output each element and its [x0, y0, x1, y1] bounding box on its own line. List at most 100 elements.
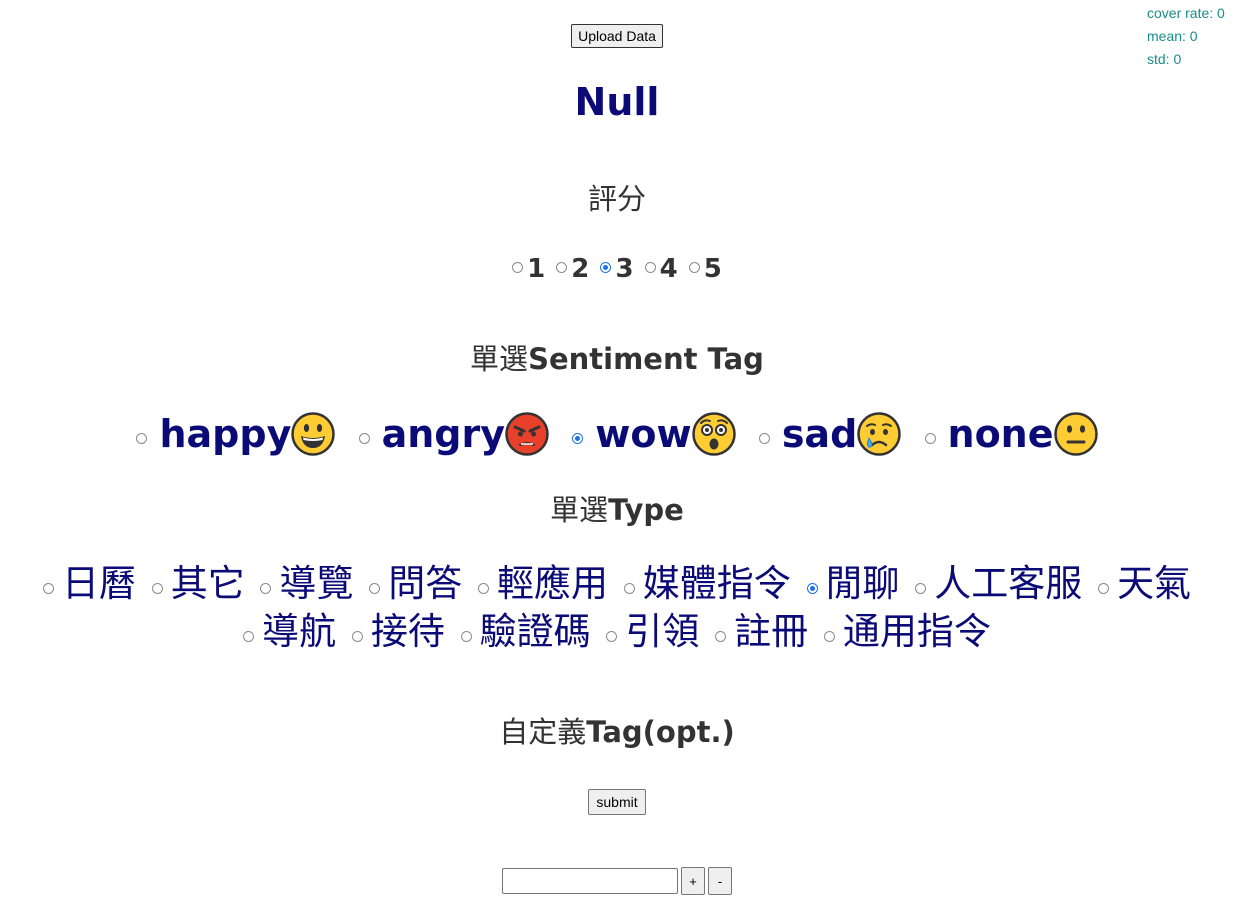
- type-option[interactable]: 媒體指令: [623, 560, 791, 608]
- score-radio-3[interactable]: [600, 262, 612, 273]
- type-option[interactable]: 問答: [369, 560, 462, 608]
- type-radio[interactable]: [623, 583, 635, 594]
- type-radio[interactable]: [1098, 583, 1110, 594]
- type-radio[interactable]: [478, 583, 489, 594]
- std-text: std: 0: [1147, 51, 1182, 67]
- score-radio-4[interactable]: [644, 262, 656, 273]
- add-tag-button[interactable]: +: [681, 867, 705, 895]
- type-label: 問答: [388, 562, 463, 605]
- type-label: 日曆: [61, 562, 136, 605]
- score-radio-5[interactable]: [688, 262, 700, 273]
- score-option-3[interactable]: 3: [600, 254, 634, 284]
- remove-tag-button[interactable]: -: [708, 867, 732, 895]
- type-label: 導覽: [279, 562, 354, 605]
- type-radio[interactable]: [460, 631, 472, 642]
- custom-tag-input[interactable]: [502, 868, 678, 894]
- sentiment-option-angry[interactable]: angry: [358, 410, 549, 459]
- neutral-face-icon: [1053, 411, 1098, 456]
- score-radio-1[interactable]: [512, 262, 524, 273]
- type-label: 媒體指令: [642, 562, 791, 605]
- sentiment-heading-prefix: 單選: [470, 342, 529, 376]
- type-radio[interactable]: [351, 631, 363, 642]
- type-heading-prefix: 單選: [550, 493, 609, 527]
- score-label-4: 4: [659, 254, 678, 284]
- type-radio[interactable]: [260, 583, 272, 594]
- type-label: 閒聊: [825, 562, 900, 605]
- score-radio-2[interactable]: [556, 262, 568, 273]
- sentiment-heading-bold: Sentiment Tag: [528, 342, 764, 376]
- type-option[interactable]: 導航: [243, 608, 336, 656]
- score-option-2[interactable]: 2: [556, 254, 589, 284]
- type-label: 引領: [625, 610, 700, 653]
- sentiment-option-sad[interactable]: sad: [758, 410, 902, 459]
- type-options-row-2: 導航 接待 驗證碼 引領 註冊 通用指令: [0, 608, 1234, 656]
- score-options: 1 2 3 4 5: [0, 254, 1234, 284]
- custom-tag-heading-prefix: 自定義: [499, 715, 587, 749]
- type-option[interactable]: 其它: [151, 560, 245, 608]
- type-option[interactable]: 驗證碼: [460, 608, 591, 656]
- custom-tag-heading: 自定義Tag(opt.): [0, 714, 1234, 750]
- type-label: 驗證碼: [479, 610, 591, 653]
- type-radio[interactable]: [369, 583, 381, 594]
- grinning-face-icon: [291, 411, 336, 456]
- sentiment-option-happy[interactable]: happy: [136, 410, 336, 459]
- type-label: 註冊: [734, 610, 809, 653]
- type-option[interactable]: 接待: [351, 608, 445, 656]
- type-radio[interactable]: [243, 631, 255, 642]
- type-option[interactable]: 人工客服: [915, 560, 1082, 608]
- sentiment-label-wow: wow: [595, 412, 692, 456]
- type-option[interactable]: 導覽: [260, 560, 353, 608]
- sentiment-radio-none[interactable]: [924, 433, 936, 444]
- sentiment-radio-sad[interactable]: [758, 433, 770, 444]
- submit-row: submit: [0, 789, 1234, 815]
- sentiment-label-none: none: [947, 412, 1054, 456]
- type-option[interactable]: 註冊: [715, 608, 808, 656]
- score-option-4[interactable]: 4: [644, 254, 678, 284]
- type-label: 輕應用: [497, 562, 608, 605]
- upload-data-button[interactable]: Upload Data: [571, 24, 663, 48]
- score-option-5[interactable]: 5: [688, 254, 722, 284]
- score-label-2: 2: [571, 254, 590, 284]
- type-label: 天氣: [1117, 562, 1192, 605]
- upload-row: Upload Data: [0, 24, 1234, 48]
- score-option-1[interactable]: 1: [512, 254, 545, 284]
- sentiment-option-wow[interactable]: wow: [572, 410, 736, 459]
- type-option[interactable]: 通用指令: [823, 608, 991, 656]
- type-radio[interactable]: [915, 583, 927, 594]
- type-option-selected[interactable]: 閒聊: [806, 560, 900, 608]
- score-label-3: 3: [615, 254, 634, 284]
- sentiment-label-happy: happy: [159, 412, 292, 456]
- sentiment-label-sad: sad: [781, 412, 858, 456]
- type-option[interactable]: 引領: [606, 608, 699, 656]
- type-options-row-1: 日曆 其它 導覽 問答 輕應用 媒體指令 閒聊 人工客服 天氣: [0, 560, 1234, 608]
- type-label: 人工客服: [934, 562, 1083, 605]
- type-label: 通用指令: [842, 610, 991, 653]
- astonished-face-icon: [691, 411, 736, 456]
- sentiment-option-none[interactable]: none: [924, 410, 1098, 459]
- type-heading: 單選Type: [0, 492, 1234, 528]
- page-title: Null: [574, 80, 660, 124]
- type-radio[interactable]: [151, 583, 163, 594]
- type-radio[interactable]: [806, 583, 818, 594]
- type-radio[interactable]: [42, 583, 54, 594]
- sentiment-radio-wow[interactable]: [572, 433, 584, 444]
- score-heading: 評分: [587, 182, 646, 216]
- type-option[interactable]: 輕應用: [478, 560, 608, 608]
- sentiment-label-angry: angry: [381, 412, 506, 456]
- type-heading-bold: Type: [608, 493, 684, 527]
- type-radio[interactable]: [606, 631, 618, 642]
- sentiment-radio-happy[interactable]: [136, 433, 148, 444]
- type-label: 其它: [170, 562, 245, 605]
- sentiment-radio-angry[interactable]: [358, 433, 370, 444]
- type-options: 日曆 其它 導覽 問答 輕應用 媒體指令 閒聊 人工客服 天氣 導航 接待 驗證…: [0, 560, 1234, 656]
- cover-rate-text: cover rate: 0: [1147, 5, 1225, 21]
- type-label: 導航: [262, 610, 337, 653]
- type-option[interactable]: 日曆: [42, 560, 136, 608]
- crying-face-icon: [857, 411, 902, 456]
- type-radio[interactable]: [823, 631, 835, 642]
- type-radio[interactable]: [715, 631, 727, 642]
- type-option[interactable]: 天氣: [1098, 560, 1191, 608]
- type-label: 接待: [370, 610, 445, 653]
- angry-face-icon: [505, 411, 549, 456]
- submit-button[interactable]: submit: [588, 789, 646, 815]
